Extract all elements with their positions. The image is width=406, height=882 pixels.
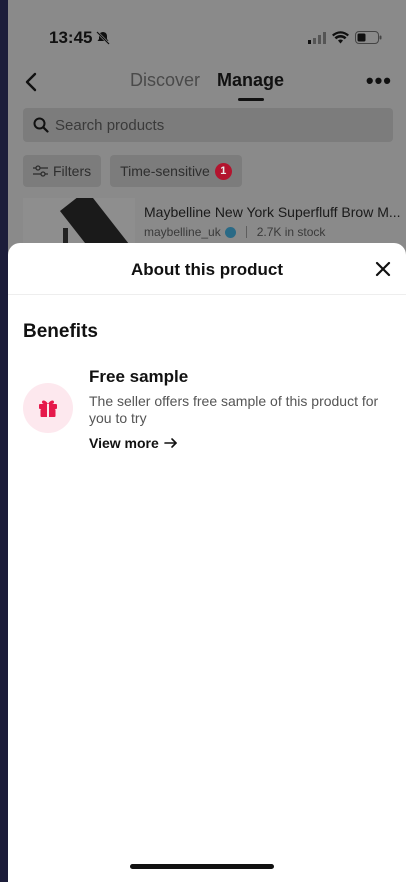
count-badge: 1 — [214, 162, 232, 180]
status-indicators — [308, 31, 382, 44]
battery-icon — [355, 31, 382, 44]
muted-bell-icon — [96, 31, 110, 45]
about-product-sheet: About this product Benefits Free sample … — [8, 243, 406, 882]
status-bar: 13:45 — [8, 28, 406, 50]
sheet-header: About this product — [8, 243, 406, 295]
view-more-link[interactable]: View more — [89, 435, 178, 451]
time-sensitive-button[interactable]: Time-sensitive 1 — [110, 155, 242, 187]
wifi-icon — [332, 31, 349, 44]
search-placeholder: Search products — [55, 116, 165, 134]
background-app: 13:45 Discover Manage ••• Search product… — [8, 0, 406, 260]
filters-label: Filters — [53, 163, 92, 179]
search-input[interactable]: Search products — [23, 108, 393, 142]
benefit-title: Free sample — [89, 367, 189, 386]
arrow-right-icon — [163, 438, 177, 448]
filter-chips: Filters Time-sensitive 1 — [23, 155, 242, 187]
more-options-icon[interactable]: ••• — [366, 68, 392, 94]
phone-frame: 13:45 Discover Manage ••• Search product… — [0, 0, 406, 882]
search-icon — [33, 117, 49, 133]
filters-button[interactable]: Filters — [23, 155, 102, 187]
gift-icon-container — [23, 383, 73, 433]
seller-name: maybelline_uk — [144, 225, 221, 239]
tab-manage[interactable]: Manage — [217, 70, 284, 91]
meta-divider — [245, 226, 247, 238]
signal-icon — [308, 31, 326, 44]
verified-icon — [224, 226, 236, 238]
view-more-label: View more — [89, 435, 159, 451]
close-icon[interactable] — [375, 261, 391, 277]
sheet-title: About this product — [130, 260, 284, 279]
time-sensitive-label: Time-sensitive — [120, 163, 210, 179]
tab-discover[interactable]: Discover — [130, 70, 200, 91]
home-indicator[interactable] — [130, 864, 274, 869]
stock-count: 2.7K in stock — [256, 225, 326, 239]
product-meta: maybelline_uk 2.7K in stock — [144, 225, 325, 239]
product-title: Maybelline New York Superfluff Brow M... — [144, 204, 401, 220]
nav-tabs: Discover Manage — [8, 70, 406, 91]
sliders-icon — [33, 165, 48, 177]
status-time: 13:45 — [49, 28, 93, 47]
screen: 13:45 Discover Manage ••• Search product… — [8, 0, 406, 882]
benefits-heading: Benefits — [23, 321, 98, 342]
benefit-description: The seller offers free sample of this pr… — [89, 393, 379, 426]
gift-icon — [39, 400, 57, 417]
top-nav: Discover Manage ••• — [8, 68, 406, 98]
